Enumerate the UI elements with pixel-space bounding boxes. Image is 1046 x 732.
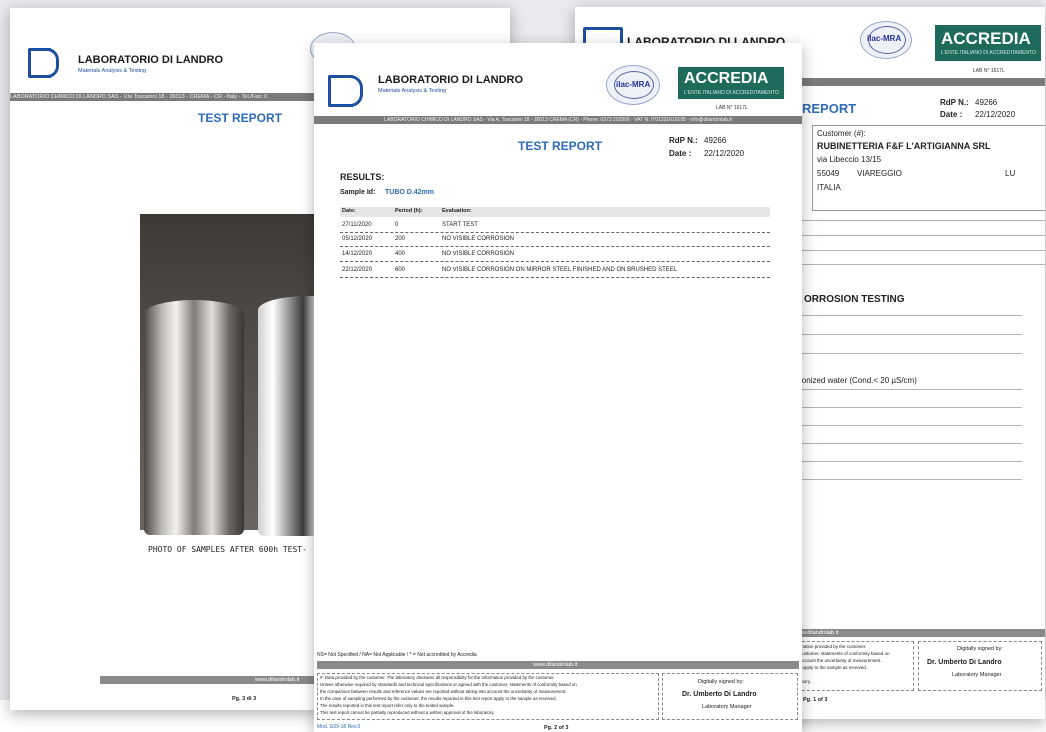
samples-photo [140, 214, 358, 536]
signed-label: Digitally signed by: [698, 679, 744, 685]
customer-name: RUBINETTERIA F&F L'ARTIGIANNA SRL [817, 141, 991, 151]
signer-role: Laboratory Manager [952, 672, 1002, 678]
signer-name: Dr. Umberto Di Landro [927, 659, 1002, 666]
date-label: Date : [940, 110, 963, 119]
report-title: REPORT [802, 101, 857, 116]
customer-zip: 55049 [817, 169, 840, 178]
lab-logo [328, 75, 366, 107]
table-row: 22/12/2020 [342, 267, 373, 273]
sample-value: TUBO D.42mm [385, 189, 435, 196]
header-period: Period (h): [395, 208, 423, 214]
water-spec: ionized water (Cond.< 20 µS/cm) [800, 376, 917, 385]
disclaimer-line: This test report cannot be partially rep… [320, 710, 495, 715]
module-code: Mod. G09-18 Rev.0 [317, 724, 361, 730]
lab-name: LABORATORIO DI LANDRO [78, 54, 224, 66]
customer-street: via Libeccio 13/15 [817, 155, 882, 164]
table-row: 27/11/2020 [342, 222, 372, 228]
customer-label: Customer (#): [817, 129, 866, 138]
report-title: TEST REPORT [518, 139, 603, 153]
brushed-tube [144, 300, 244, 535]
rdp-label: RdP N.: [940, 98, 969, 107]
date-value: 22/12/2020 [975, 110, 1016, 119]
disclaimer-line: the comparison between results and refer… [320, 689, 567, 694]
page-number: Pg. 2 of 3 [544, 725, 569, 731]
section-title: ORROSION TESTING [804, 294, 905, 305]
report-page-2: LABORATORIO DI LANDRO Materials Analysis… [314, 43, 802, 732]
header-date: Date: [342, 208, 356, 214]
signer-name: Dr. Umberto Di Landro [682, 691, 757, 698]
disclaimer-line: The results reported in this test report… [320, 703, 455, 708]
date-label: Date : [669, 149, 692, 158]
disclaimer-line: In the case of sampling performed by the… [320, 696, 557, 701]
accredia-logo: ACCREDIA L'ENTE ITALIANO DI ACCREDITAMEN… [935, 25, 1041, 61]
ilac-mra-badge: ilac-MRA [860, 21, 912, 59]
lab-subtitle: Materials Analysis & Testing [78, 68, 147, 74]
table-row: 05/12/2020 [342, 236, 373, 242]
ilac-mra-badge: ilac-MRA [606, 65, 660, 105]
header-evaluation: Evaluation: [442, 208, 472, 214]
results-heading: RESULTS: [340, 172, 385, 182]
customer-province: LU [1005, 169, 1016, 178]
page-number: Pg. 3 di 3 [232, 696, 257, 702]
lab-subtitle: Materials Analysis & Testing [378, 88, 447, 94]
website-bar: w.dilandrolab.it [800, 629, 1045, 637]
lab-name: LABORATORIO DI LANDRO [378, 74, 524, 86]
photo-caption: PHOTO OF SAMPLES AFTER 600h TEST- [148, 545, 307, 554]
sample-label: Sample Id: [340, 189, 376, 196]
address-bar: LABORATORIO CHIMICO DI LANDRO SAS - Via … [314, 116, 802, 124]
notes-line: NS= Not Specified / NA= Not Applicable /… [317, 652, 477, 658]
report-title: TEST REPORT [198, 111, 283, 125]
customer-city: VIAREGGIO [857, 169, 902, 178]
customer-country: ITALIA [817, 183, 841, 192]
website-bar: www.dilandrolab.it [317, 661, 799, 669]
lab-number: LAB N° 1617L [716, 105, 748, 111]
rdp-value: 49266 [975, 98, 998, 107]
signer-role: Laboratory Manager [702, 704, 752, 710]
accredia-logo: ACCREDIA L'ENTE ITALIANO DI ACCREDITAMEN… [678, 67, 784, 99]
page-number: Pg. 1 of 3 [803, 697, 828, 703]
signed-label: Digitally signed by: [957, 646, 1003, 652]
disclaimer-line: Unless otherwise required by standards a… [320, 682, 577, 687]
disclaimer-line: #: Data provided by the customer. The la… [320, 675, 555, 680]
table-row: 14/12/2020 [342, 251, 373, 257]
lab-number: LAB N° 1617L [973, 68, 1005, 74]
lab-logo [28, 48, 62, 78]
rdp-value: 49266 [704, 136, 727, 145]
date-value: 22/12/2020 [704, 149, 745, 158]
rdp-label: RdP N.: [669, 136, 698, 145]
